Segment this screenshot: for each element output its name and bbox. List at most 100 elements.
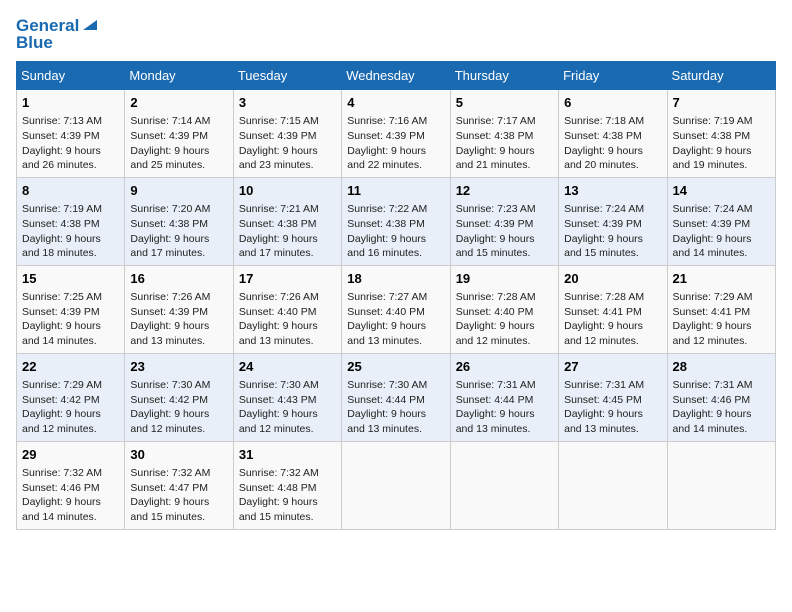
- day-header-saturday: Saturday: [667, 62, 775, 90]
- day-header-monday: Monday: [125, 62, 233, 90]
- calendar-cell: 4 Sunrise: 7:16 AM Sunset: 4:39 PM Daylig…: [342, 90, 450, 178]
- day-info: Sunrise: 7:24 AM Sunset: 4:39 PM Dayligh…: [673, 202, 770, 261]
- day-number: 27: [564, 358, 661, 376]
- day-info: Sunrise: 7:32 AM Sunset: 4:48 PM Dayligh…: [239, 466, 336, 525]
- calendar-cell: 3Sunrise: 7:15 AM Sunset: 4:39 PM Daylig…: [233, 90, 341, 178]
- day-number: 23: [130, 358, 227, 376]
- calendar-cell: 26 Sunrise: 7:31 AM Sunset: 4:44 PM Dayli…: [450, 353, 558, 441]
- day-number: 5: [456, 94, 553, 112]
- day-info: Sunrise: 7:31 AM Sunset: 4:45 PM Dayligh…: [564, 378, 661, 437]
- calendar-cell: 12Sunrise: 7:23 AM Sunset: 4:39 PM Dayli…: [450, 177, 558, 265]
- header: General Blue: [16, 16, 776, 51]
- calendar-cell: [667, 441, 775, 529]
- day-number: 16: [130, 270, 227, 288]
- day-number: 25: [347, 358, 444, 376]
- week-row-2: 8Sunrise: 7:19 AM Sunset: 4:38 PM Daylig…: [17, 177, 776, 265]
- day-info: Sunrise: 7:15 AM Sunset: 4:39 PM Dayligh…: [239, 114, 336, 173]
- day-number: 9: [130, 182, 227, 200]
- day-number: 29: [22, 446, 119, 464]
- week-row-1: 1 Sunrise: 7:13 AM Sunset: 4:39 PM Daylig…: [17, 90, 776, 178]
- header-row: SundayMondayTuesdayWednesdayThursdayFrid…: [17, 62, 776, 90]
- day-number: 7: [673, 94, 770, 112]
- day-header-thursday: Thursday: [450, 62, 558, 90]
- main-container: General Blue SundayMondayTuesdayWednesda…: [0, 0, 792, 538]
- day-info: Sunrise: 7:29 AM Sunset: 4:42 PM Dayligh…: [22, 378, 119, 437]
- calendar-cell: 25 Sunrise: 7:30 AM Sunset: 4:44 PM Dayli…: [342, 353, 450, 441]
- day-info: Sunrise: 7:28 AM Sunset: 4:41 PM Dayligh…: [564, 290, 661, 349]
- calendar-cell: 22 Sunrise: 7:29 AM Sunset: 4:42 PM Dayli…: [17, 353, 125, 441]
- week-row-3: 15 Sunrise: 7:25 AM Sunset: 4:39 PM Dayli…: [17, 265, 776, 353]
- calendar-cell: 28 Sunrise: 7:31 AM Sunset: 4:46 PM Dayli…: [667, 353, 775, 441]
- calendar-cell: 11 Sunrise: 7:22 AM Sunset: 4:38 PM Dayli…: [342, 177, 450, 265]
- day-info: Sunrise: 7:32 AM Sunset: 4:47 PM Dayligh…: [130, 466, 227, 525]
- calendar-cell: 16 Sunrise: 7:26 AM Sunset: 4:39 PM Dayli…: [125, 265, 233, 353]
- day-info: Sunrise: 7:21 AM Sunset: 4:38 PM Dayligh…: [239, 202, 336, 261]
- day-info: Sunrise: 7:32 AM Sunset: 4:46 PM Dayligh…: [22, 466, 119, 525]
- day-info: Sunrise: 7:25 AM Sunset: 4:39 PM Dayligh…: [22, 290, 119, 349]
- calendar-cell: 31 Sunrise: 7:32 AM Sunset: 4:48 PM Dayli…: [233, 441, 341, 529]
- day-info: Sunrise: 7:19 AM Sunset: 4:38 PM Dayligh…: [673, 114, 770, 173]
- calendar-cell: 2 Sunrise: 7:14 AM Sunset: 4:39 PM Daylig…: [125, 90, 233, 178]
- day-number: 1: [22, 94, 119, 112]
- day-info: Sunrise: 7:28 AM Sunset: 4:40 PM Dayligh…: [456, 290, 553, 349]
- calendar-cell: 19Sunrise: 7:28 AM Sunset: 4:40 PM Dayli…: [450, 265, 558, 353]
- calendar-cell: [342, 441, 450, 529]
- day-number: 6: [564, 94, 661, 112]
- day-info: Sunrise: 7:30 AM Sunset: 4:44 PM Dayligh…: [347, 378, 444, 437]
- day-number: 22: [22, 358, 119, 376]
- calendar-cell: 14Sunrise: 7:24 AM Sunset: 4:39 PM Dayli…: [667, 177, 775, 265]
- day-info: Sunrise: 7:31 AM Sunset: 4:44 PM Dayligh…: [456, 378, 553, 437]
- day-header-friday: Friday: [559, 62, 667, 90]
- day-info: Sunrise: 7:30 AM Sunset: 4:43 PM Dayligh…: [239, 378, 336, 437]
- week-row-5: 29 Sunrise: 7:32 AM Sunset: 4:46 PM Dayli…: [17, 441, 776, 529]
- day-info: Sunrise: 7:19 AM Sunset: 4:38 PM Dayligh…: [22, 202, 119, 261]
- day-info: Sunrise: 7:20 AM Sunset: 4:38 PM Dayligh…: [130, 202, 227, 261]
- day-info: Sunrise: 7:29 AM Sunset: 4:41 PM Dayligh…: [673, 290, 770, 349]
- day-number: 17: [239, 270, 336, 288]
- calendar-cell: 5 Sunrise: 7:17 AM Sunset: 4:38 PM Daylig…: [450, 90, 558, 178]
- day-info: Sunrise: 7:18 AM Sunset: 4:38 PM Dayligh…: [564, 114, 661, 173]
- day-number: 26: [456, 358, 553, 376]
- calendar-cell: [450, 441, 558, 529]
- logo-blue: Blue: [16, 34, 99, 51]
- day-number: 13: [564, 182, 661, 200]
- day-info: Sunrise: 7:17 AM Sunset: 4:38 PM Dayligh…: [456, 114, 553, 173]
- calendar-cell: 21Sunrise: 7:29 AM Sunset: 4:41 PM Dayli…: [667, 265, 775, 353]
- calendar-cell: 7 Sunrise: 7:19 AM Sunset: 4:38 PM Daylig…: [667, 90, 775, 178]
- logo: General Blue: [16, 16, 99, 51]
- logo-mark: General Blue: [16, 16, 99, 51]
- calendar-cell: 29 Sunrise: 7:32 AM Sunset: 4:46 PM Dayli…: [17, 441, 125, 529]
- week-row-4: 22 Sunrise: 7:29 AM Sunset: 4:42 PM Dayli…: [17, 353, 776, 441]
- logo-bird-icon: [79, 16, 99, 34]
- day-info: Sunrise: 7:13 AM Sunset: 4:39 PM Dayligh…: [22, 114, 119, 173]
- calendar-cell: 24Sunrise: 7:30 AM Sunset: 4:43 PM Dayli…: [233, 353, 341, 441]
- calendar-cell: 27 Sunrise: 7:31 AM Sunset: 4:45 PM Dayli…: [559, 353, 667, 441]
- day-info: Sunrise: 7:24 AM Sunset: 4:39 PM Dayligh…: [564, 202, 661, 261]
- day-header-tuesday: Tuesday: [233, 62, 341, 90]
- day-info: Sunrise: 7:16 AM Sunset: 4:39 PM Dayligh…: [347, 114, 444, 173]
- day-info: Sunrise: 7:26 AM Sunset: 4:39 PM Dayligh…: [130, 290, 227, 349]
- calendar-cell: 23 Sunrise: 7:30 AM Sunset: 4:42 PM Dayli…: [125, 353, 233, 441]
- calendar-cell: 13 Sunrise: 7:24 AM Sunset: 4:39 PM Dayli…: [559, 177, 667, 265]
- day-number: 15: [22, 270, 119, 288]
- calendar-cell: 17 Sunrise: 7:26 AM Sunset: 4:40 PM Dayli…: [233, 265, 341, 353]
- day-number: 2: [130, 94, 227, 112]
- day-info: Sunrise: 7:26 AM Sunset: 4:40 PM Dayligh…: [239, 290, 336, 349]
- day-number: 31: [239, 446, 336, 464]
- calendar-cell: 8Sunrise: 7:19 AM Sunset: 4:38 PM Daylig…: [17, 177, 125, 265]
- day-number: 28: [673, 358, 770, 376]
- day-number: 20: [564, 270, 661, 288]
- logo-general: General: [16, 17, 79, 34]
- calendar-table: SundayMondayTuesdayWednesdayThursdayFrid…: [16, 61, 776, 530]
- day-info: Sunrise: 7:30 AM Sunset: 4:42 PM Dayligh…: [130, 378, 227, 437]
- day-info: Sunrise: 7:31 AM Sunset: 4:46 PM Dayligh…: [673, 378, 770, 437]
- day-info: Sunrise: 7:14 AM Sunset: 4:39 PM Dayligh…: [130, 114, 227, 173]
- day-header-sunday: Sunday: [17, 62, 125, 90]
- day-number: 11: [347, 182, 444, 200]
- calendar-cell: 9 Sunrise: 7:20 AM Sunset: 4:38 PM Daylig…: [125, 177, 233, 265]
- calendar-cell: 10Sunrise: 7:21 AM Sunset: 4:38 PM Dayli…: [233, 177, 341, 265]
- day-info: Sunrise: 7:22 AM Sunset: 4:38 PM Dayligh…: [347, 202, 444, 261]
- day-number: 4: [347, 94, 444, 112]
- calendar-cell: 20 Sunrise: 7:28 AM Sunset: 4:41 PM Dayli…: [559, 265, 667, 353]
- day-number: 12: [456, 182, 553, 200]
